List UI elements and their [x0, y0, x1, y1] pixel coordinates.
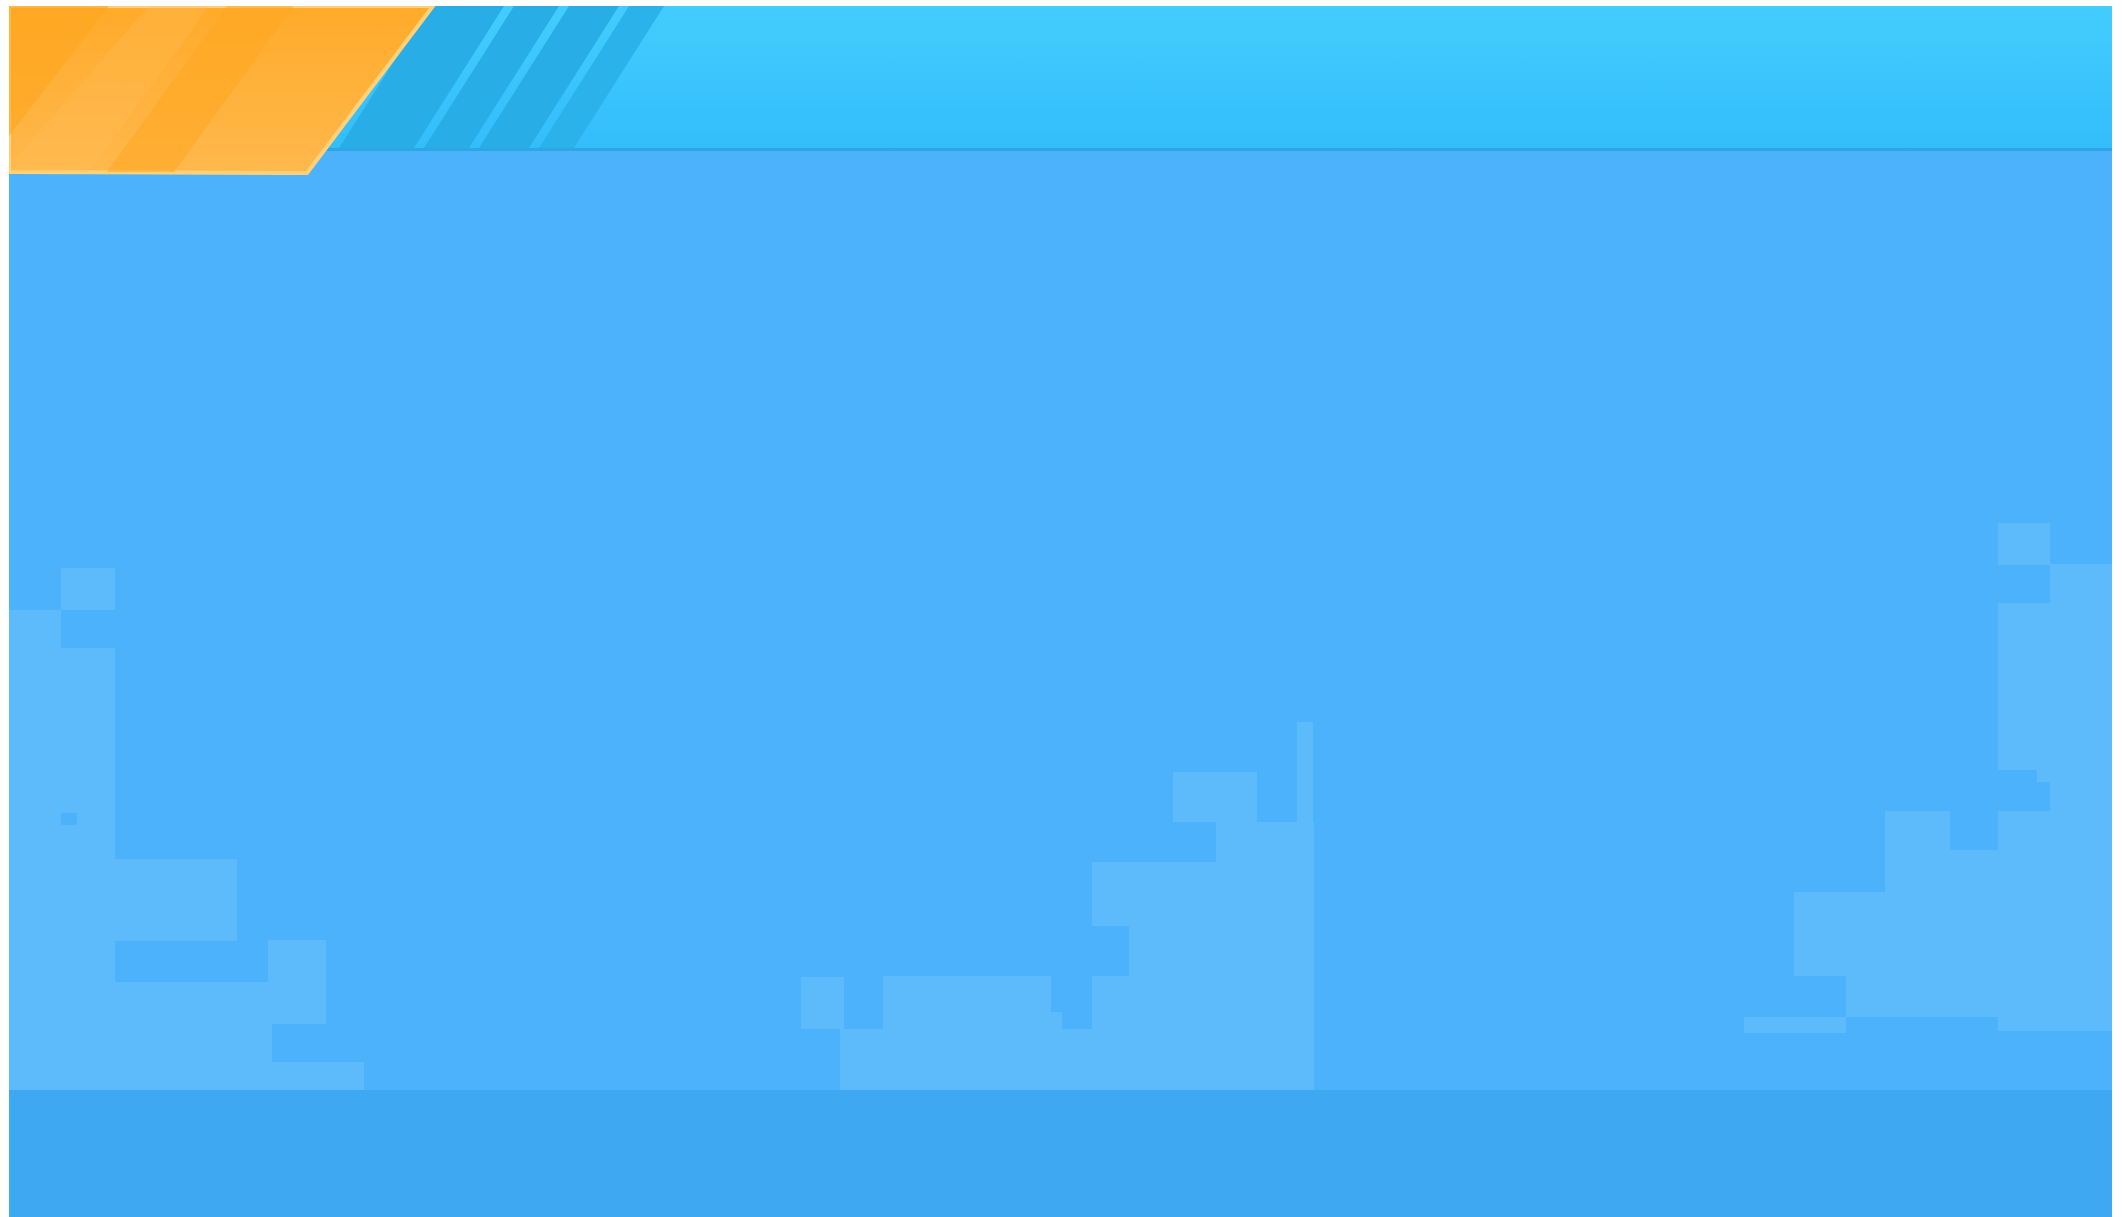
right-cliff-formation [1744, 523, 2112, 1033]
title-banner [9, 6, 459, 186]
ground-strip [9, 1090, 2112, 1217]
left-rock-formation [9, 568, 364, 1090]
background-art [9, 6, 2112, 1090]
game-scene [9, 6, 2112, 1217]
center-ruins [801, 722, 1314, 1090]
title-banner-shape [9, 6, 436, 176]
